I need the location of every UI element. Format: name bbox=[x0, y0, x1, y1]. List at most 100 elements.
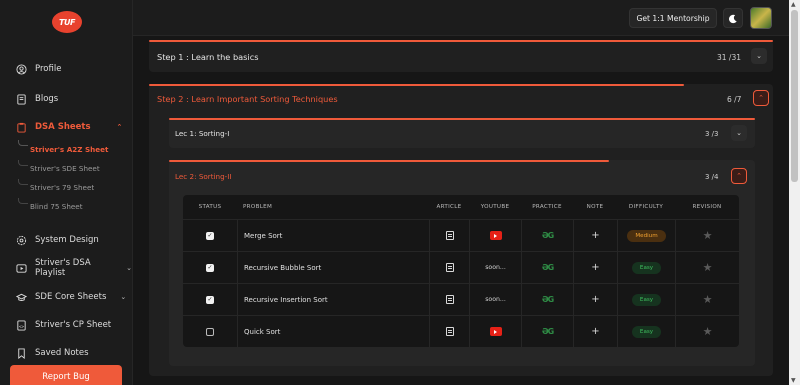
chevron-up-icon: ⌃ bbox=[736, 172, 742, 180]
scroll-thumb[interactable] bbox=[791, 10, 798, 182]
article-icon[interactable] bbox=[445, 295, 454, 304]
graduation-cap-icon bbox=[16, 292, 27, 303]
article-icon[interactable] bbox=[445, 231, 454, 240]
gear-network-icon bbox=[16, 235, 27, 246]
scroll-up-arrow-icon[interactable]: ▲ bbox=[791, 1, 796, 8]
chevron-down-icon: ⌄ bbox=[120, 293, 127, 301]
lecture-card[interactable]: Lec 1: Sorting-I 3 /3 ⌄ bbox=[169, 118, 755, 148]
sidebar-item-label: SDE Core Sheets bbox=[35, 292, 107, 302]
status-checkbox[interactable]: ✓ bbox=[206, 295, 214, 304]
sidebar-subitem-79[interactable]: Striver's 79 Sheet bbox=[30, 183, 94, 192]
page-scrollbar[interactable]: ▲ ▼ bbox=[789, 0, 800, 385]
status-checkbox[interactable]: ✓ bbox=[206, 263, 214, 272]
step-progress-bar bbox=[149, 84, 684, 86]
lecture-title: Lec 1: Sorting-I bbox=[175, 129, 230, 138]
expand-button[interactable]: ⌄ bbox=[731, 125, 747, 141]
lecture-count: 3 /4 bbox=[705, 173, 719, 181]
lecture-title: Lec 2: Sorting-II bbox=[175, 172, 232, 181]
sidebar-item-label: Profile bbox=[35, 64, 62, 74]
sidebar-item-label: Saved Notes bbox=[35, 348, 89, 358]
difficulty-badge: Medium bbox=[627, 229, 666, 242]
difficulty-badge: Easy bbox=[631, 325, 662, 338]
play-icon bbox=[16, 263, 27, 274]
problem-name[interactable]: Quick Sort bbox=[237, 316, 429, 347]
table-row: Quick Sort ƏG + Easy ★ bbox=[183, 315, 739, 347]
chevron-up-icon: ⌃ bbox=[116, 123, 123, 131]
difficulty-badge: Easy bbox=[631, 293, 662, 306]
step-count: 31 /31 bbox=[717, 53, 741, 62]
gfg-practice-icon[interactable]: ƏG bbox=[542, 231, 554, 240]
star-icon[interactable]: ★ bbox=[703, 229, 713, 242]
col-revision: REVISION bbox=[692, 204, 722, 210]
tree-connector bbox=[18, 160, 28, 166]
add-note-icon[interactable]: + bbox=[591, 262, 599, 273]
scroll-down-arrow-icon[interactable]: ▼ bbox=[791, 377, 796, 384]
sidebar-subitem-a2z[interactable]: Striver's A2Z Sheet bbox=[30, 145, 108, 154]
youtube-soon-text: soon... bbox=[485, 296, 506, 303]
col-youtube: YOUTUBE bbox=[480, 204, 510, 210]
app-root: TUF Profile Blogs DSA Sheets ⌃ Striver's… bbox=[0, 0, 800, 385]
collapse-button[interactable]: ⌃ bbox=[753, 90, 769, 106]
status-checkbox[interactable] bbox=[206, 327, 214, 336]
table-row: ✓ Recursive Bubble Sort soon... ƏG + Eas… bbox=[183, 251, 739, 283]
add-note-icon[interactable]: + bbox=[591, 230, 599, 241]
collapse-button[interactable]: ⌃ bbox=[731, 168, 747, 184]
chevron-down-icon: ⌄ bbox=[756, 52, 762, 60]
expand-button[interactable]: ⌄ bbox=[751, 48, 767, 64]
step-progress-bar bbox=[149, 40, 773, 42]
table-row: ✓ Merge Sort ƏG + Medium ★ bbox=[183, 219, 739, 251]
col-article: ARTICLE bbox=[436, 204, 462, 210]
sidebar-item-label: Striver's CP Sheet bbox=[35, 320, 112, 330]
star-icon[interactable]: ★ bbox=[703, 261, 713, 274]
star-icon[interactable]: ★ bbox=[703, 293, 713, 306]
sidebar-item-profile[interactable]: Profile bbox=[16, 62, 61, 76]
document-icon bbox=[16, 93, 27, 105]
add-note-icon[interactable]: + bbox=[591, 294, 599, 305]
mentorship-button[interactable]: Get 1:1 Mentorship bbox=[629, 8, 717, 28]
main-content: Step 1 : Learn the basics 31 /31 ⌄ Step … bbox=[133, 36, 789, 385]
sidebar-item-blogs[interactable]: Blogs bbox=[16, 92, 58, 106]
col-difficulty: DIFFICULTY bbox=[628, 204, 664, 210]
article-icon[interactable] bbox=[445, 327, 454, 336]
top-header: Get 1:1 Mentorship bbox=[133, 0, 789, 36]
star-icon[interactable]: ★ bbox=[703, 325, 713, 338]
problems-table: STATUS PROBLEM ARTICLE YOUTUBE PRACTICE … bbox=[183, 195, 739, 347]
col-problem: PROBLEM bbox=[243, 204, 273, 210]
sidebar-item-system-design[interactable]: System Design bbox=[16, 233, 99, 247]
lecture-progress-bar bbox=[169, 160, 609, 162]
step-card[interactable]: Step 1 : Learn the basics 31 /31 ⌄ bbox=[149, 40, 773, 72]
lecture-progress-bar bbox=[169, 118, 755, 120]
youtube-soon-text: soon... bbox=[485, 264, 506, 271]
sidebar-subitem-blind75[interactable]: Blind 75 Sheet bbox=[30, 202, 83, 211]
sidebar-item-saved-notes[interactable]: Saved Notes bbox=[16, 346, 89, 360]
gfg-practice-icon[interactable]: ƏG bbox=[542, 263, 554, 272]
sidebar: TUF Profile Blogs DSA Sheets ⌃ Striver's… bbox=[0, 0, 133, 385]
youtube-icon[interactable] bbox=[489, 231, 502, 240]
sidebar-item-dsa-sheets[interactable]: DSA Sheets ⌃ bbox=[16, 120, 122, 134]
gfg-practice-icon[interactable]: ƏG bbox=[542, 295, 554, 304]
dark-mode-toggle[interactable] bbox=[723, 8, 743, 28]
avatar[interactable] bbox=[750, 7, 772, 29]
report-bug-button[interactable]: Report Bug bbox=[10, 365, 122, 385]
status-checkbox[interactable]: ✓ bbox=[206, 231, 214, 240]
problem-name[interactable]: Merge Sort bbox=[237, 220, 429, 251]
tuf-logo[interactable]: TUF bbox=[52, 11, 82, 33]
article-icon[interactable] bbox=[445, 263, 454, 272]
gfg-practice-icon[interactable]: ƏG bbox=[542, 327, 554, 336]
problem-name[interactable]: Recursive Insertion Sort bbox=[237, 284, 429, 315]
col-status: STATUS bbox=[198, 204, 222, 210]
sidebar-item-dsa-playlist[interactable]: Striver's DSA Playlist ⌄ bbox=[16, 258, 132, 278]
add-note-icon[interactable]: + bbox=[591, 326, 599, 337]
tree-connector bbox=[18, 140, 28, 146]
tree-connector bbox=[18, 198, 28, 204]
step-count: 6 /7 bbox=[727, 95, 742, 104]
step-title: Step 1 : Learn the basics bbox=[157, 52, 259, 62]
youtube-icon[interactable] bbox=[489, 327, 502, 336]
sidebar-item-cp-sheet[interactable]: <> Striver's CP Sheet bbox=[16, 318, 111, 332]
problem-name[interactable]: Recursive Bubble Sort bbox=[237, 252, 429, 283]
sidebar-subitem-sde[interactable]: Striver's SDE Sheet bbox=[30, 164, 100, 173]
sidebar-item-label: Blogs bbox=[35, 94, 59, 104]
sidebar-item-label: DSA Sheets bbox=[35, 122, 91, 132]
chevron-up-icon: ⌃ bbox=[758, 94, 764, 102]
sidebar-item-sde-core[interactable]: SDE Core Sheets ⌄ bbox=[16, 290, 126, 304]
